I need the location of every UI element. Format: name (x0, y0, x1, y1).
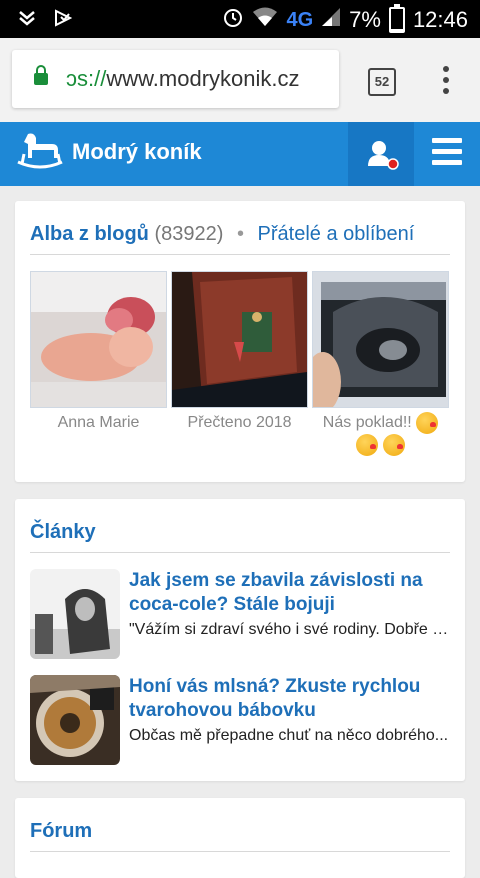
albums-count: (83922) (154, 223, 224, 245)
overflow-menu-icon[interactable] (440, 66, 452, 94)
flipboard-notification-icon (54, 9, 73, 27)
user-button[interactable] (348, 122, 414, 186)
friends-favorites-link[interactable]: Přátelé a oblíbení (258, 223, 415, 245)
article-perex: "Vážím si zdraví svého i své rodiny. Dob… (129, 621, 451, 638)
album-item[interactable]: Nás poklad!! (312, 271, 449, 457)
article-thumbnail[interactable] (30, 569, 120, 659)
site-header: Modrý koník (0, 122, 480, 186)
user-icon (368, 141, 399, 170)
article-title[interactable]: Jak jsem se zbavila závislosti na coca-c… (129, 569, 451, 617)
article-title[interactable]: Honí vás mlsná? Zkuste rychlou tvarohovo… (129, 675, 450, 723)
separator-dot: • (236, 223, 244, 245)
albums-header: Alba z blogů (83922) • Přátelé a oblíben… (30, 201, 450, 255)
article-item[interactable]: Honí vás mlsná? Zkuste rychlou tvarohovo… (30, 675, 450, 765)
article-thumbnail[interactable] (30, 675, 120, 765)
battery-fill (390, 29, 403, 31)
browser-toolbar: ɔs://www.modrykonik.cz 52 (0, 38, 480, 122)
articles-title[interactable]: Články (30, 521, 96, 543)
forum-card: Fórum (15, 798, 465, 878)
album-item[interactable]: Anna Marie (30, 271, 167, 456)
album-item[interactable]: Přečteno 2018 (171, 271, 308, 456)
menu-button[interactable] (414, 122, 480, 186)
battery-percent: 7% (349, 7, 381, 32)
articles-card: Články Jak jsem se zbavila závislosti na… (15, 499, 465, 781)
article-perex: Občas mě přepadne chuť na něco dobrého..… (129, 727, 449, 744)
kiss-emoji-icon (382, 434, 405, 457)
url-host: www.modrykonik.cz (106, 66, 300, 91)
wifi-icon (252, 6, 278, 34)
signal-icon (321, 7, 341, 33)
rocking-horse-logo-icon[interactable] (14, 130, 66, 174)
network-type: 4G (286, 8, 314, 31)
lock-icon (34, 65, 48, 85)
site-brand[interactable]: Modrý koník (72, 139, 202, 165)
articles-header: Články (30, 499, 450, 553)
forum-header: Fórum (30, 798, 450, 852)
album-thumbnail-ultrasound[interactable] (312, 271, 449, 408)
url-text[interactable]: ɔs://www.modrykonik.cz (66, 66, 300, 92)
albums-title[interactable]: Alba z blogů (30, 223, 149, 245)
status-bar: 4G 7% 12:46 (0, 0, 480, 38)
album-thumbnail-book[interactable] (171, 271, 308, 408)
battery-icon (388, 4, 405, 33)
hamburger-icon (432, 138, 462, 171)
album-thumbnail-newborn[interactable] (30, 271, 167, 408)
tab-switcher-button[interactable]: 52 (368, 68, 396, 96)
download-notification-icon (18, 9, 36, 27)
album-caption: Přečteno 2018 (187, 414, 292, 431)
albums-card: Alba z blogů (83922) • Přátelé a oblíben… (15, 201, 465, 482)
album-caption: Anna Marie (57, 414, 140, 431)
kiss-emoji-icon (356, 434, 379, 457)
forum-title[interactable]: Fórum (30, 820, 92, 842)
article-item[interactable]: Jak jsem se zbavila závislosti na coca-c… (30, 569, 451, 659)
alarm-icon (222, 6, 244, 34)
clock: 12:46 (412, 7, 468, 32)
album-caption: Nás poklad!! (312, 412, 449, 457)
address-bar[interactable]: ɔs://www.modrykonik.cz (12, 50, 339, 108)
kiss-emoji-icon (416, 412, 439, 434)
url-protocol: ɔs:// (66, 66, 107, 91)
